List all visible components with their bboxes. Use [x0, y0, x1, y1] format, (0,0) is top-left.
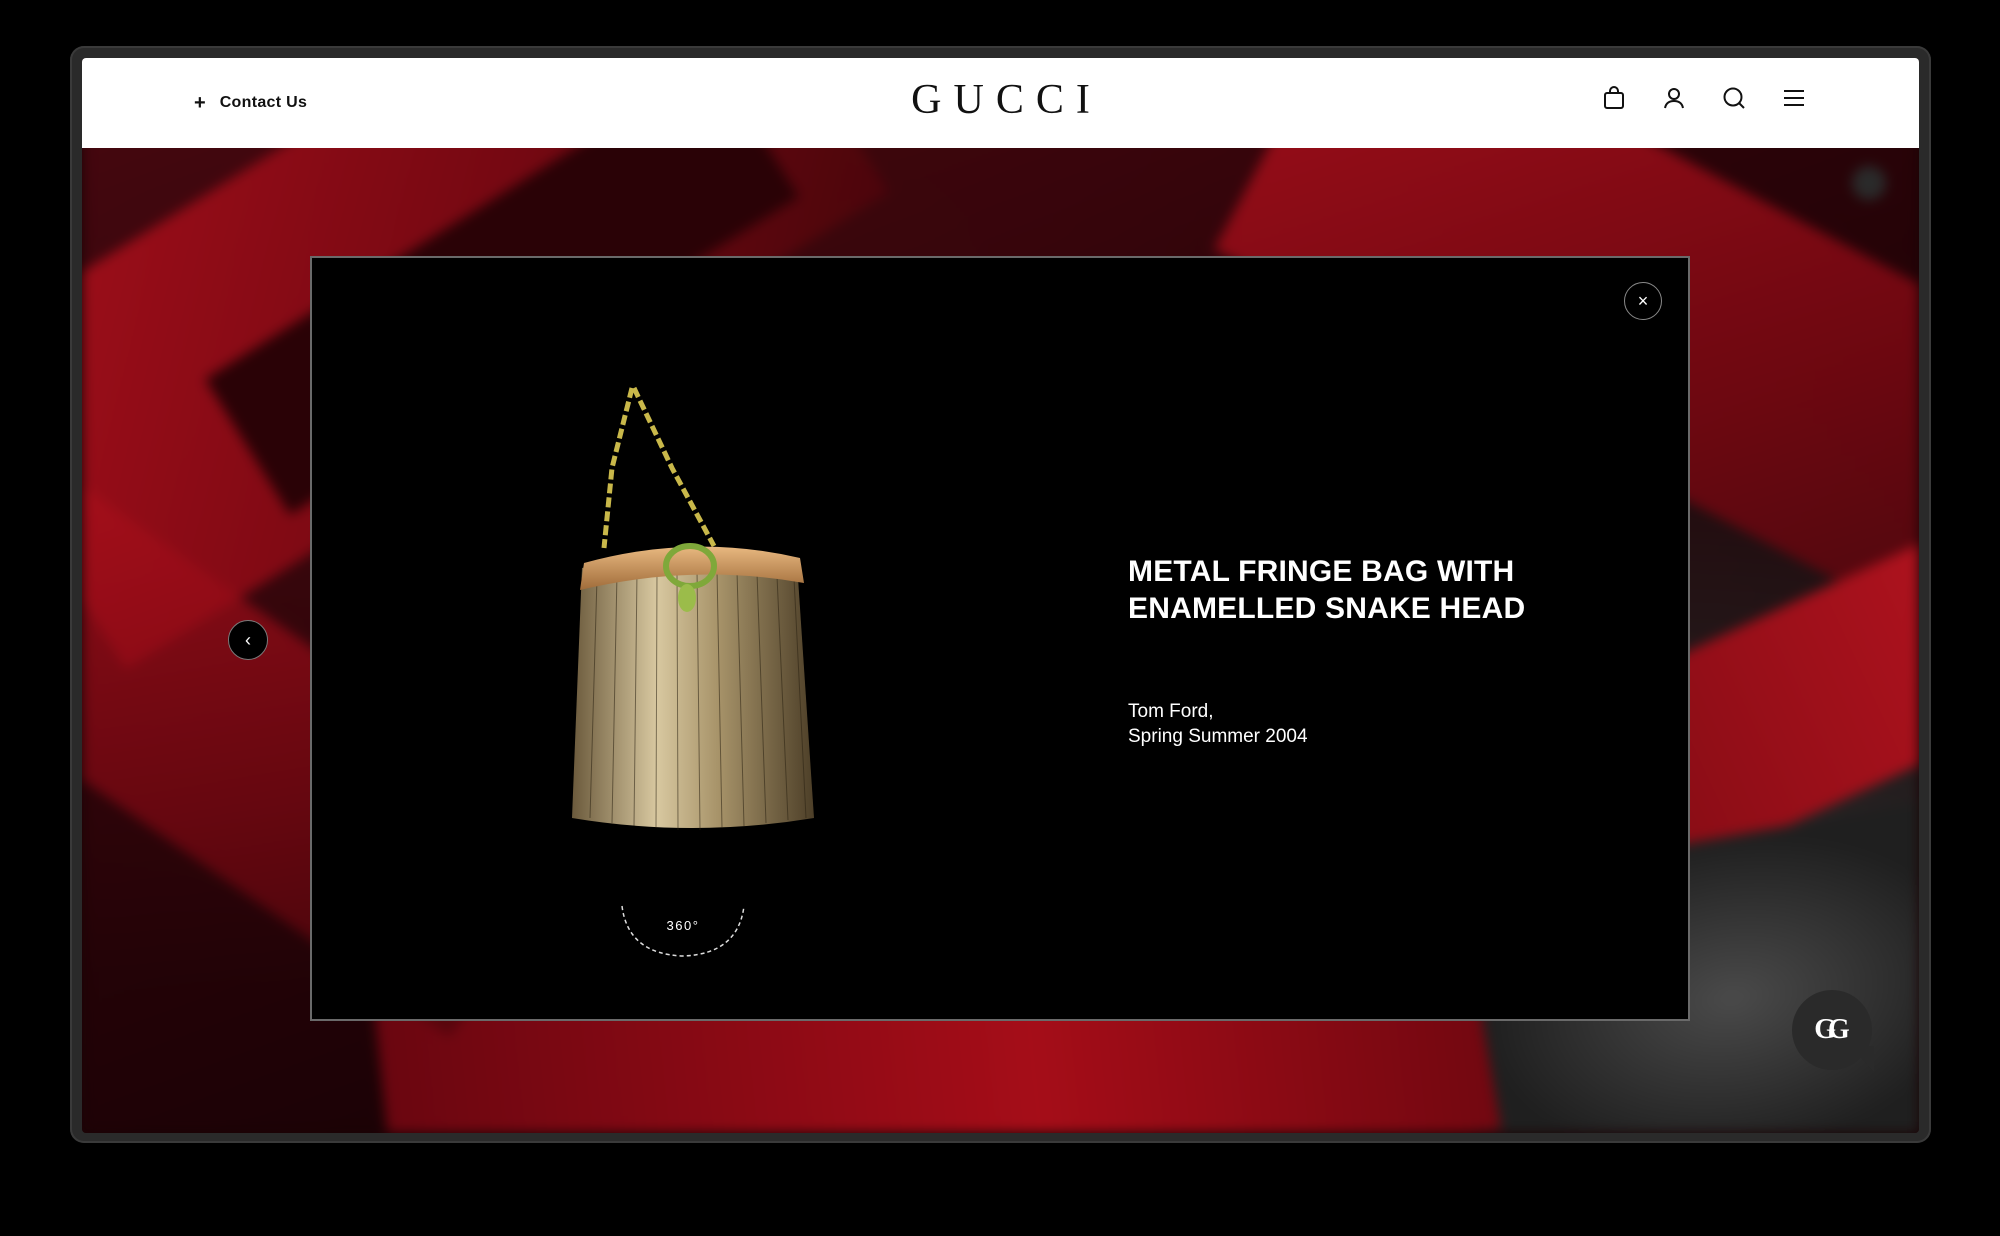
shopping-bag-icon[interactable]: [1601, 85, 1627, 111]
product-designer: Tom Ford,: [1128, 701, 1214, 722]
browser-viewport: + Contact Us GUCCI × 360° METAL FRINGE B…: [82, 58, 1919, 1133]
product-info: METAL FRINGE BAG WITH ENAMELLED SNAKE HE…: [1128, 553, 1568, 749]
menu-icon[interactable]: [1781, 85, 1807, 111]
chat-assistant-button[interactable]: GG: [1792, 990, 1876, 1072]
search-icon[interactable]: [1721, 85, 1747, 111]
gg-logo-icon: GG: [1814, 1014, 1849, 1045]
previous-item-button[interactable]: ‹: [228, 620, 268, 660]
product-modal: × 360° METAL FRINGE BAG WITH ENAMELLED S…: [310, 256, 1690, 1021]
product-image[interactable]: [542, 368, 842, 868]
header-actions: [1601, 85, 1807, 111]
product-title: METAL FRINGE BAG WITH ENAMELLED SNAKE HE…: [1128, 555, 1526, 625]
product-season: Spring Summer 2004: [1128, 726, 1308, 747]
rotate-360-control[interactable]: 360°: [618, 898, 748, 962]
close-button[interactable]: ×: [1624, 282, 1662, 320]
site-header: + Contact Us GUCCI: [82, 58, 1919, 148]
rotate-360-label: 360°: [666, 918, 700, 933]
account-icon[interactable]: [1661, 85, 1687, 111]
chat-bubble: GG: [1792, 990, 1872, 1070]
